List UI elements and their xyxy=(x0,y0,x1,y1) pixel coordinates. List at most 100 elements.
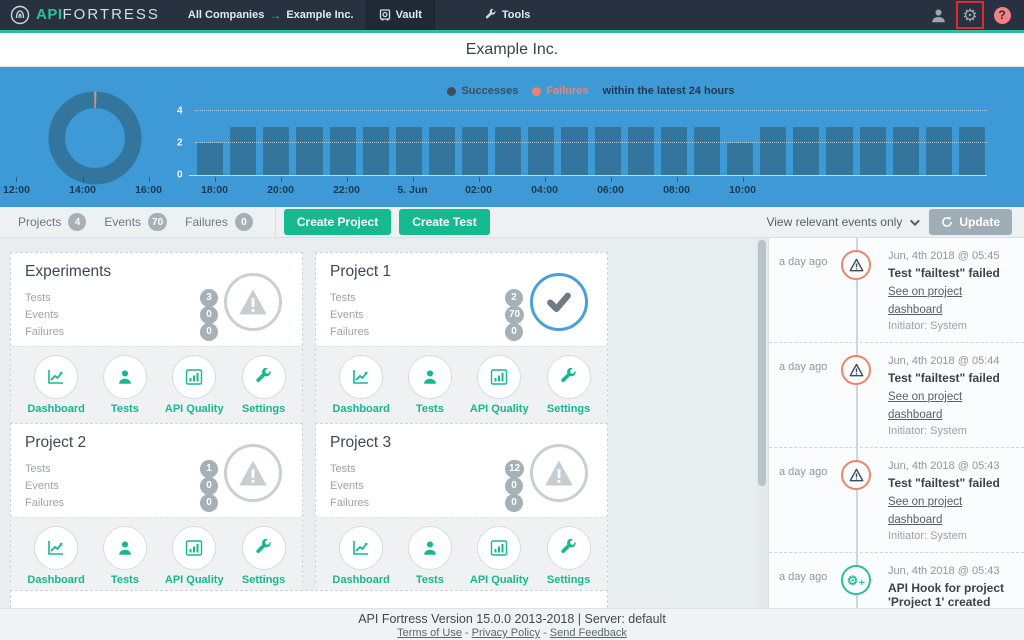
user-account-icon[interactable] xyxy=(926,3,950,27)
x-tick-mark xyxy=(677,177,678,182)
x-tick-mark xyxy=(479,177,480,182)
event-warning-icon xyxy=(841,460,871,490)
tests-button[interactable]: Tests xyxy=(408,355,452,415)
event-timestamp: Jun, 4th 2018 @ 05:44 xyxy=(888,355,1016,367)
bar-group xyxy=(195,111,987,175)
bar xyxy=(462,127,488,175)
x-tick-mark xyxy=(281,177,282,182)
success-failure-donut-chart xyxy=(46,89,144,187)
x-tick-label: 06:00 xyxy=(597,184,624,196)
x-tick-mark xyxy=(545,177,546,182)
dashboard-button[interactable]: Dashboard xyxy=(332,355,389,415)
gridline xyxy=(195,142,987,143)
chevron-down-icon xyxy=(910,216,920,226)
api-quality-button[interactable]: API Quality xyxy=(470,355,529,415)
project-card-project-2[interactable]: Project 2 Tests1 Events0 Failures0 D xyxy=(10,423,303,583)
tests-count-badge: 3 xyxy=(200,289,218,307)
event-dashboard-link[interactable]: See on project dashboard xyxy=(888,286,962,316)
legend-dot-successes xyxy=(447,87,456,96)
api-quality-button[interactable]: API Quality xyxy=(165,355,224,415)
tests-button[interactable]: Tests xyxy=(103,355,147,415)
nav-item-all-companies[interactable]: All Companies → Example Inc. xyxy=(176,0,366,30)
nav-item-tools[interactable]: Tools xyxy=(473,0,543,30)
chart-legend: Successes Failures within the latest 24 … xyxy=(195,85,987,97)
update-button[interactable]: Update xyxy=(929,209,1012,235)
all-companies-label: All Companies xyxy=(188,9,264,21)
x-axis: 12:0014:0016:0018:0020:0022:005. Jun02:0… xyxy=(0,177,792,199)
terms-of-use-link[interactable]: Terms of Use xyxy=(397,627,462,639)
toolbar: Projects 4 Events 70 Failures 0 Create P… xyxy=(0,207,1024,238)
project-card-experiments[interactable]: Experiments Tests3 Events0 Failures0 xyxy=(10,252,303,412)
event-timestamp: Jun, 4th 2018 @ 05:45 xyxy=(888,250,1016,262)
api-quality-bars-icon xyxy=(489,367,509,387)
bar xyxy=(429,127,455,175)
tests-person-icon xyxy=(421,368,439,386)
dashboard-button[interactable]: Dashboard xyxy=(27,526,84,586)
card-title: Experiments xyxy=(25,263,218,281)
tests-button[interactable]: Tests xyxy=(408,526,452,586)
settings-button[interactable]: Settings xyxy=(242,355,286,415)
create-project-button[interactable]: Create Project xyxy=(284,209,391,235)
help-icon[interactable]: ? xyxy=(990,3,1014,27)
footer: API Fortress Version 15.0.0 2013-2018 | … xyxy=(0,608,1024,640)
bar xyxy=(628,127,654,175)
tests-button[interactable]: Tests xyxy=(103,526,147,586)
tests-label: Tests xyxy=(330,463,505,475)
page-title: Example Inc. xyxy=(0,33,1024,67)
bar xyxy=(561,127,587,175)
api-quality-button[interactable]: API Quality xyxy=(165,526,224,586)
x-tick-label: 10:00 xyxy=(729,184,756,196)
legend-note: within the latest 24 hours xyxy=(603,85,735,97)
dashboard-button[interactable]: Dashboard xyxy=(27,355,84,415)
settings-button[interactable]: Settings xyxy=(547,526,591,586)
event-warning-icon xyxy=(841,250,871,280)
x-tick-mark xyxy=(149,177,150,182)
tools-wrench-icon xyxy=(485,9,497,21)
settings-button[interactable]: Settings xyxy=(242,526,286,586)
bar xyxy=(727,143,753,175)
x-tick-mark xyxy=(83,177,84,182)
project-card-project-3[interactable]: Project 3 Tests12 Events0 Failures0 xyxy=(315,423,608,583)
events-count-badge: 0 xyxy=(200,306,218,324)
dashboard-button[interactable]: Dashboard xyxy=(332,526,389,586)
event-timestamp: Jun, 4th 2018 @ 05:43 xyxy=(888,565,1016,577)
tests-label: Tests xyxy=(330,292,505,304)
create-test-button[interactable]: Create Test xyxy=(399,209,489,235)
top-nav: APIFORTRESS All Companies → Example Inc.… xyxy=(0,0,1024,30)
nav-menu: All Companies → Example Inc. Vault Tools xyxy=(176,0,542,30)
settings-gear-icon[interactable]: ⚙ xyxy=(958,3,982,27)
nav-item-vault[interactable]: Vault xyxy=(366,0,435,30)
event-dashboard-link[interactable]: See on project dashboard xyxy=(888,391,962,421)
x-axis-baseline xyxy=(189,175,987,176)
bar xyxy=(230,127,256,175)
scrollbar-thumb[interactable] xyxy=(758,240,766,486)
privacy-policy-link[interactable]: Privacy Policy xyxy=(472,627,540,639)
api-quality-button[interactable]: API Quality xyxy=(470,526,529,586)
events-filter-dropdown[interactable]: View relevant events only xyxy=(766,215,917,229)
events-timeline-panel: a day ago Jun, 4th 2018 @ 05:45 Test "fa… xyxy=(768,238,1024,608)
annotation-highlight-box xyxy=(956,1,984,29)
event-dashboard-link[interactable]: See on project dashboard xyxy=(888,496,962,526)
metrics-banner: Successes Failures within the latest 24 … xyxy=(0,67,1024,207)
settings-button[interactable]: Settings xyxy=(547,355,591,415)
x-tick-mark xyxy=(347,177,348,182)
project-card-project-1[interactable]: Project 1 Tests2 Events70 Failures0 xyxy=(315,252,608,412)
status-success-icon xyxy=(530,273,588,331)
x-tick-label: 22:00 xyxy=(333,184,360,196)
bar xyxy=(396,127,422,175)
app-window: APIFORTRESS All Companies → Example Inc.… xyxy=(0,0,1024,640)
events-label: Events xyxy=(330,480,505,492)
send-feedback-link[interactable]: Send Feedback xyxy=(550,627,627,639)
api-quality-bars-icon xyxy=(184,367,204,387)
event-item: a day ago Jun, 4th 2018 @ 05:44 Test "fa… xyxy=(769,343,1024,448)
events-count-badge: 0 xyxy=(505,477,523,495)
bar xyxy=(528,127,554,175)
tests-count-badge: 2 xyxy=(505,289,523,307)
y-tick-label: 2 xyxy=(177,138,183,149)
toolbar-divider xyxy=(275,207,276,238)
vertical-scrollbar[interactable] xyxy=(756,238,768,608)
logo[interactable]: APIFORTRESS xyxy=(0,0,176,30)
vault-icon xyxy=(379,9,391,21)
tests-person-icon xyxy=(116,539,134,557)
x-tick-mark xyxy=(413,177,414,182)
